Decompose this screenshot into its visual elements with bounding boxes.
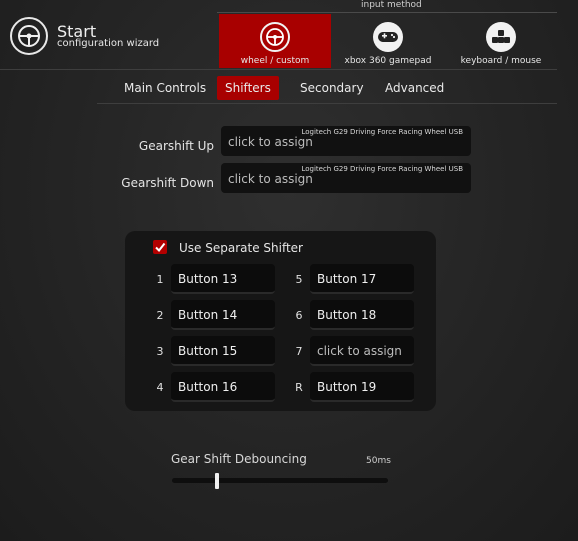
device-name: Logitech G29 Driving Force Racing Wheel … [301,165,463,173]
divider [217,12,557,13]
gear-1-number: 1 [156,273,164,286]
divider [0,69,557,70]
gear-7-number: 7 [295,345,303,358]
gearshift-up-label: Gearshift Up [138,139,214,153]
assign-value: click to assign [228,135,313,149]
gear-2-assign-field[interactable]: Button 14 [171,300,275,330]
input-method-keyboard-label: keyboard / mouse [460,56,542,66]
device-name: Logitech G29 Driving Force Racing Wheel … [301,128,463,136]
gear-6-assign-field[interactable]: Button 18 [310,300,414,330]
input-method-keyboard-button[interactable]: keyboard / mouse [448,14,554,68]
input-method-gamepad-button[interactable]: xbox 360 gamepad [338,14,438,68]
use-separate-shifter-label: Use Separate Shifter [179,241,303,255]
input-method-wheel-button[interactable]: wheel / custom [219,14,331,68]
tab-secondary[interactable]: Secondary [292,76,372,100]
input-method-gamepad-label: xbox 360 gamepad [344,56,432,66]
input-method-label: input method [361,0,422,10]
gear-shift-debouncing-slider[interactable] [172,478,388,483]
gear-3-number: 3 [156,345,164,358]
steering-wheel-icon [18,25,40,47]
assign-value: click to assign [228,172,313,186]
keyboard-icon [486,22,516,52]
gear-5-number: 5 [295,273,303,286]
gear-2-number: 2 [156,309,164,322]
gearshift-up-assign-field[interactable]: Logitech G29 Driving Force Racing Wheel … [221,126,471,156]
steering-wheel-icon [260,22,290,52]
slider-handle[interactable] [215,473,220,489]
gear-6-number: 6 [295,309,303,322]
tab-shifters[interactable]: Shifters [217,76,279,100]
logo-icon [10,17,48,55]
gearshift-down-label: Gearshift Down [121,176,214,190]
use-separate-shifter-checkbox[interactable] [153,240,167,254]
tab-advanced[interactable]: Advanced [377,76,452,100]
gear-4-assign-field[interactable]: Button 16 [171,372,275,402]
divider [97,103,557,104]
gear-shift-debouncing-label: Gear Shift Debouncing [171,452,307,466]
gear-3-assign-field[interactable]: Button 15 [171,336,275,366]
checkmark-icon [155,242,166,253]
app-subtitle: configuration wizard [57,38,160,49]
gear-reverse-assign-field[interactable]: Button 19 [310,372,414,402]
tab-main-controls[interactable]: Main Controls [116,76,214,100]
gear-reverse-number: R [295,381,303,394]
gearshift-down-assign-field[interactable]: Logitech G29 Driving Force Racing Wheel … [221,163,471,193]
input-method-wheel-label: wheel / custom [240,56,310,66]
gear-5-assign-field[interactable]: Button 17 [310,264,414,294]
gear-7-assign-field[interactable]: click to assign [310,336,414,366]
gear-1-assign-field[interactable]: Button 13 [171,264,275,294]
gamepad-icon [373,22,403,52]
gear-4-number: 4 [156,381,164,394]
gear-shift-debouncing-value: 50ms [366,456,391,466]
